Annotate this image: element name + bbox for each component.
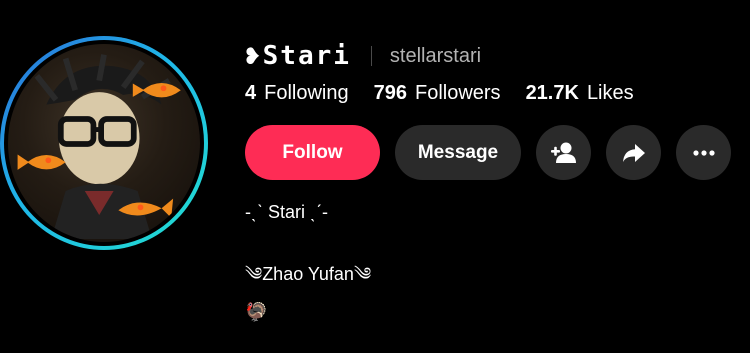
bio-line-3: 🦃 (245, 302, 268, 322)
following-count: 4 (245, 82, 257, 104)
stats-row: 4 Following 796 Followers 21.7K Likes (245, 82, 659, 105)
avatar-border (4, 40, 204, 246)
add-friend-icon (550, 142, 576, 163)
actions-row: Follow Message (245, 125, 731, 180)
profile-name-row: ❥Stari stellarstari (245, 40, 481, 72)
likes-count: 21.7K (525, 82, 579, 104)
share-icon (622, 143, 645, 162)
bio-line-2: ༄Zhao Yufan༄ (245, 264, 372, 284)
add-friend-button[interactable] (536, 125, 591, 180)
followers-count: 796 (373, 82, 407, 104)
stat-followers[interactable]: 796 Followers (374, 82, 501, 105)
profile-photo-icon (17, 54, 181, 239)
username: stellarstari (389, 44, 482, 67)
share-button[interactable] (606, 125, 661, 180)
following-label: Following (264, 82, 349, 104)
followers-label: Followers (414, 82, 501, 104)
name-divider (370, 46, 372, 66)
avatar[interactable] (0, 36, 208, 250)
follow-button[interactable]: Follow (245, 125, 380, 180)
bio-line-1: -ˎˋ Stari ˎˊ- (245, 202, 328, 222)
message-button[interactable]: Message (395, 125, 521, 180)
more-icon (692, 149, 715, 156)
stat-following[interactable]: 4 Following (245, 82, 349, 105)
more-button[interactable] (676, 125, 731, 180)
likes-label: Likes (586, 82, 634, 104)
stat-likes: 21.7K Likes (526, 82, 634, 105)
avatar-image (8, 44, 200, 242)
display-name: ❥Stari (245, 41, 351, 71)
